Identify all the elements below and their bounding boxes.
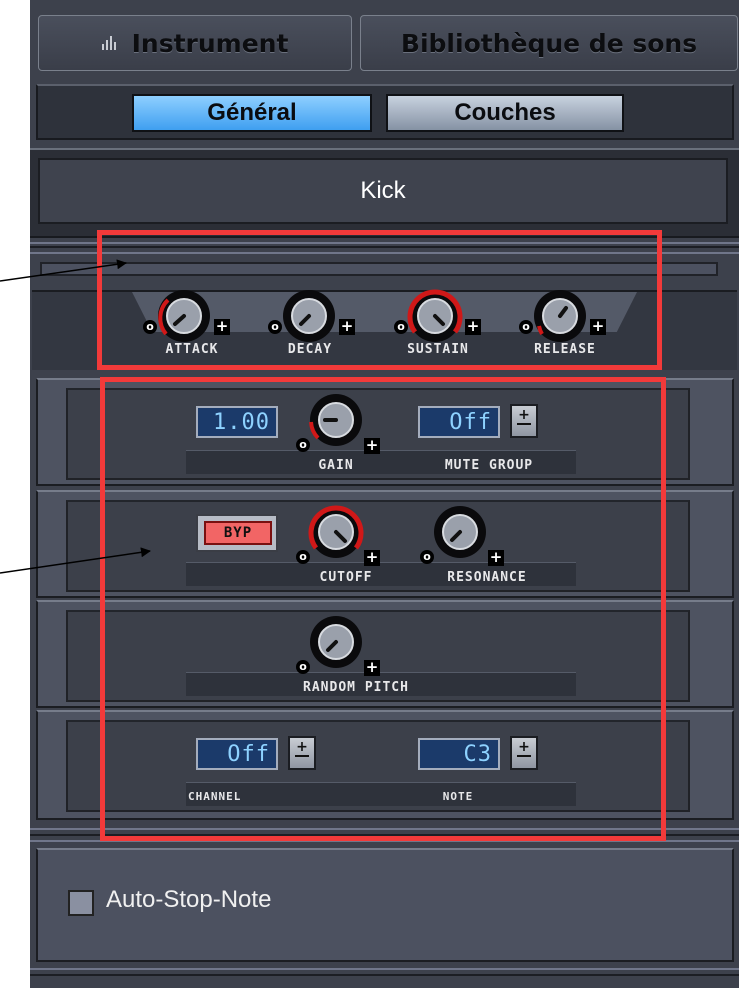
bars-icon — [101, 36, 120, 50]
tab-sound-library[interactable]: Bibliothèque de sons — [360, 15, 738, 71]
divider — [30, 840, 739, 842]
knob-min-marker: o — [519, 320, 533, 334]
mute-group-display[interactable]: Off — [418, 406, 500, 438]
row-inner: 1.00 o + GAIN Off + MUTE GROUP — [66, 388, 690, 480]
knob-max-marker: + — [590, 317, 606, 335]
channel-label: CHANNEL — [188, 790, 242, 803]
divider — [30, 834, 739, 836]
attack-knob[interactable] — [156, 288, 212, 344]
cutoff-label: CUTOFF — [319, 570, 373, 585]
divider — [30, 246, 739, 248]
channel-stepper[interactable]: + — [288, 736, 316, 770]
instrument-name-frame: Kick — [30, 148, 739, 238]
mute-group-label: MUTE GROUP — [444, 458, 534, 473]
divider — [30, 828, 739, 830]
plus-icon: + — [518, 407, 530, 423]
note-label: NOTE — [442, 790, 474, 803]
midi-row: Off + CHANNEL C3 + NOTE — [36, 710, 734, 820]
knob-max-marker: + — [364, 436, 380, 454]
decay-label: DECAY — [287, 342, 333, 357]
attack-label: ATTACK — [165, 342, 219, 357]
tab-sound-library-label: Bibliothèque de sons — [400, 28, 698, 58]
divider — [30, 974, 739, 976]
filter-row: BYP o + CUTOFF o + RESONANCE — [36, 490, 734, 598]
gain-row: 1.00 o + GAIN Off + MUTE GROUP — [36, 378, 734, 486]
channel-display[interactable]: Off — [196, 738, 278, 770]
row-inner: BYP o + CUTOFF o + RESONANCE — [66, 500, 690, 592]
divider — [30, 242, 739, 244]
random-pitch-row: o + RANDOM PITCH — [36, 600, 734, 708]
auto-stop-note-label: Auto-Stop-Note — [106, 886, 272, 913]
sustain-label: SUSTAIN — [407, 342, 469, 357]
tab-instrument-label: Instrument — [131, 28, 289, 58]
resonance-knob[interactable] — [432, 504, 488, 560]
tab-general[interactable]: Général — [132, 94, 372, 132]
instrument-name-field[interactable]: Kick — [38, 158, 728, 224]
knob-min-marker: o — [394, 320, 408, 334]
row-inner: Off + CHANNEL C3 + NOTE — [66, 720, 690, 812]
auto-stop-note-section: Auto-Stop-Note — [36, 848, 734, 962]
knob-min-marker: o — [143, 320, 157, 334]
note-stepper[interactable]: + — [510, 736, 538, 770]
adsr-shelf-top — [40, 262, 718, 276]
mute-group-stepper[interactable]: + — [510, 404, 538, 438]
knob-max-marker: + — [214, 317, 230, 335]
decay-knob[interactable] — [281, 288, 337, 344]
release-knob[interactable] — [532, 288, 588, 344]
cutoff-knob[interactable] — [308, 504, 364, 560]
subtab-strip: Général Couches — [36, 84, 734, 140]
instrument-panel: Instrument Bibliothèque de sons Général … — [30, 0, 739, 988]
knob-max-marker: + — [339, 317, 355, 335]
divider — [30, 968, 739, 970]
random-pitch-knob[interactable] — [308, 614, 364, 670]
row-inner: o + RANDOM PITCH — [66, 610, 690, 702]
sustain-knob[interactable] — [407, 288, 463, 344]
divider — [30, 252, 739, 254]
knob-max-marker: + — [465, 317, 481, 335]
tab-instrument[interactable]: Instrument — [38, 15, 352, 71]
gain-label: GAIN — [318, 458, 354, 473]
plus-icon: + — [296, 739, 308, 755]
random-pitch-label: RANDOM PITCH — [303, 680, 409, 695]
gain-knob[interactable] — [308, 392, 364, 448]
tab-layers[interactable]: Couches — [386, 94, 624, 132]
release-label: RELEASE — [534, 342, 596, 357]
filter-bypass-button[interactable]: BYP — [196, 514, 278, 552]
resonance-label: RESONANCE — [447, 570, 527, 585]
knob-max-marker: + — [488, 548, 504, 566]
note-display[interactable]: C3 — [418, 738, 500, 770]
knob-max-marker: + — [364, 658, 380, 676]
bypass-indicator: BYP — [204, 521, 272, 545]
auto-stop-note-checkbox[interactable] — [68, 890, 94, 916]
gain-value-display[interactable]: 1.00 — [196, 406, 278, 438]
adsr-section: o + ATTACK o + DECAY o + SUSTAIN o + REL… — [32, 288, 737, 370]
knob-max-marker: + — [364, 548, 380, 566]
plus-icon: + — [518, 739, 530, 755]
knob-min-marker: o — [268, 320, 282, 334]
